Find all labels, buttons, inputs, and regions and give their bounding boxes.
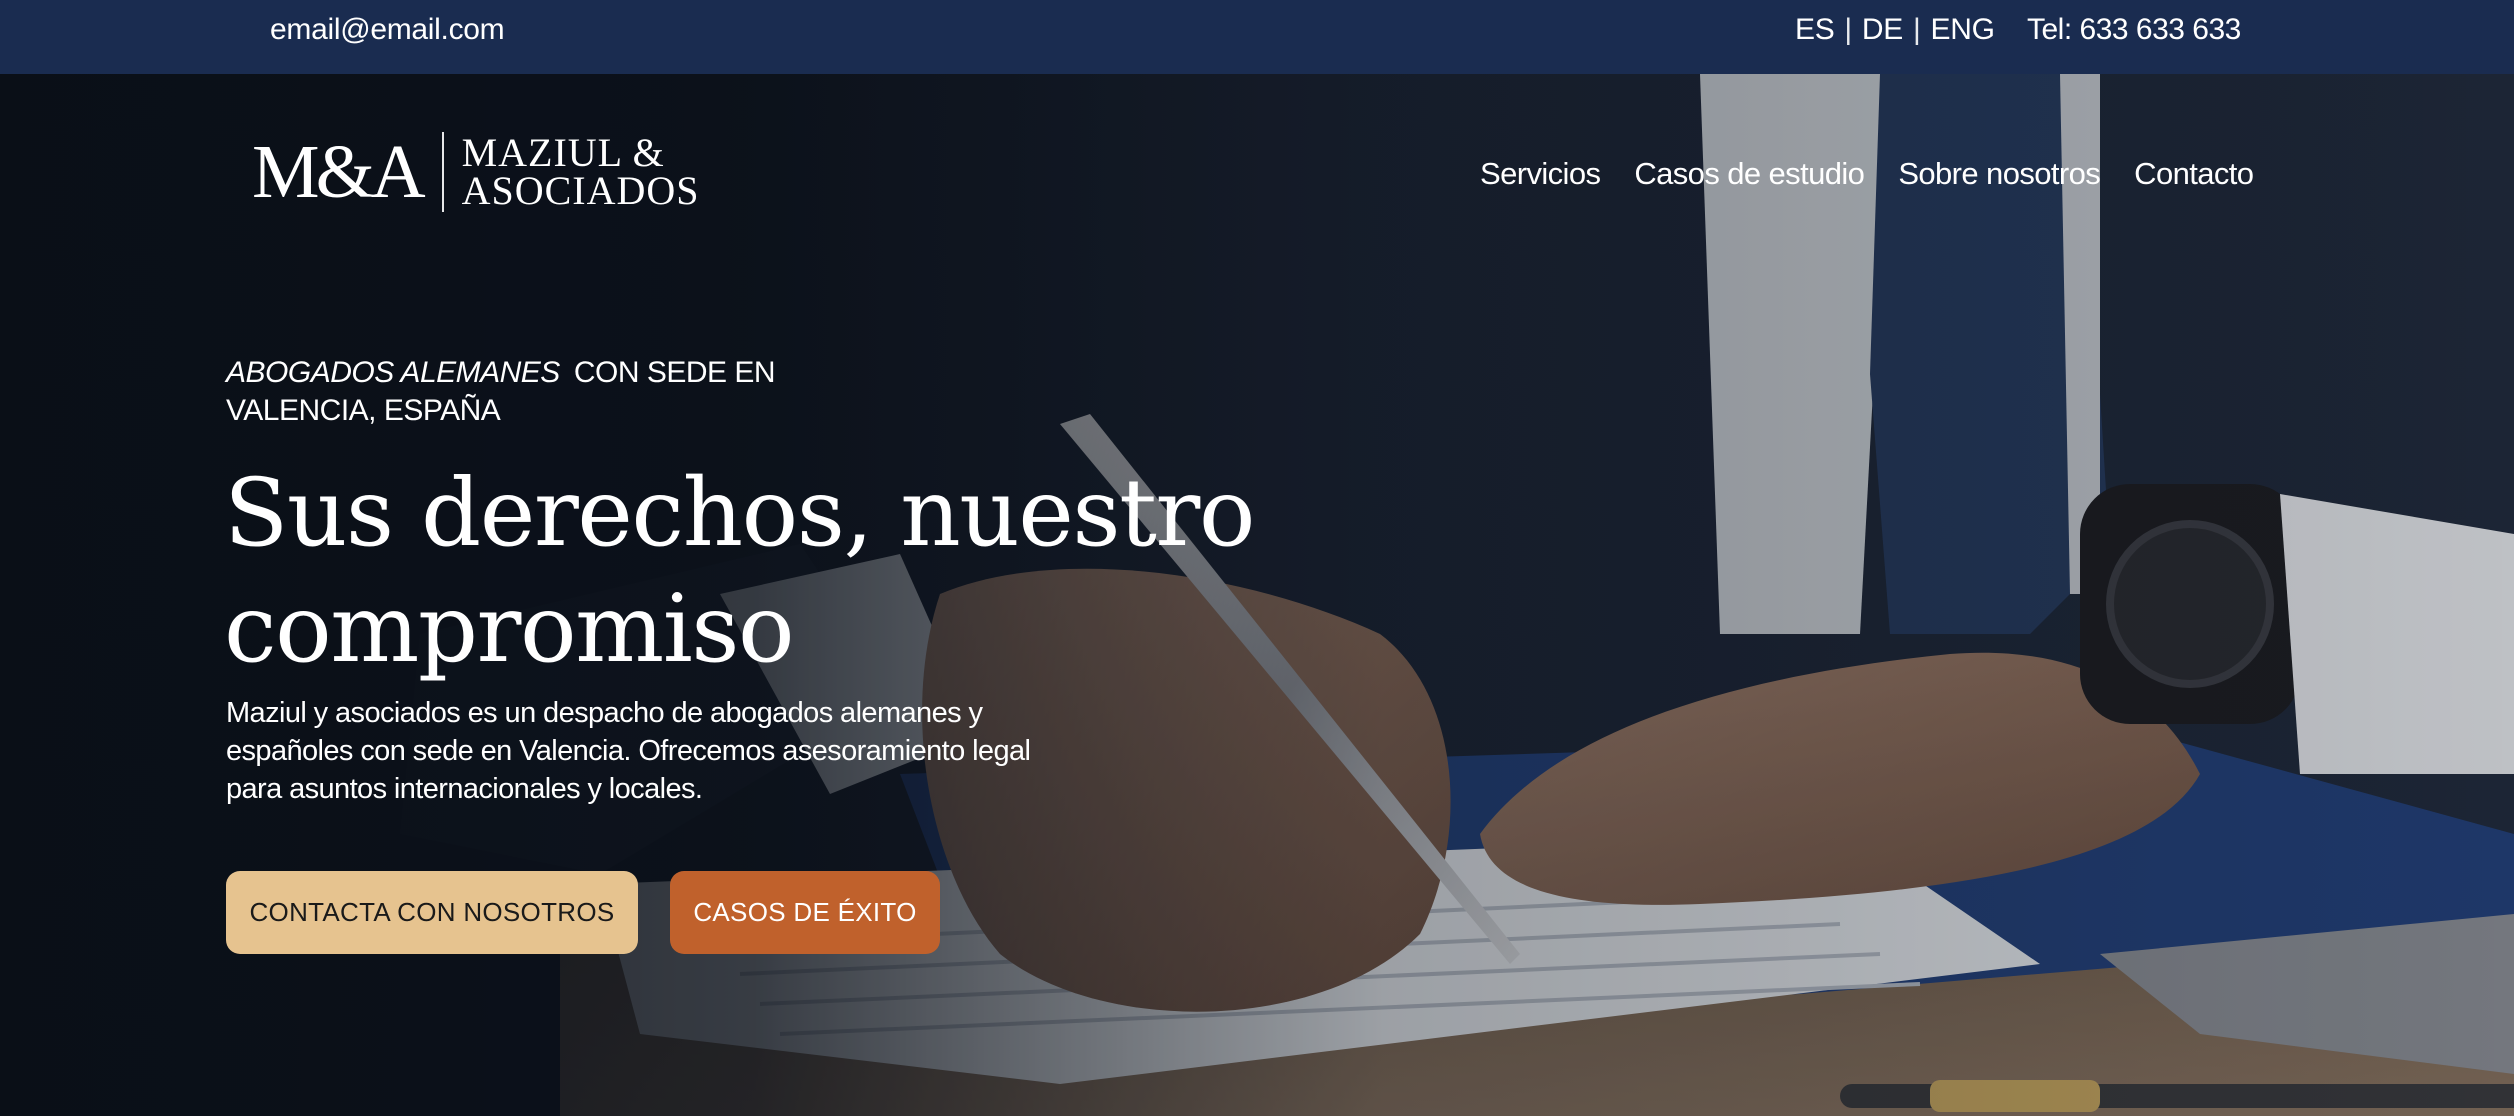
hero-headline: Sus derechos, nuestro compromiso bbox=[224, 459, 1255, 684]
top-contact-bar: email@email.com ES | DE | ENG Tel: 633 6… bbox=[0, 0, 2514, 74]
lang-de[interactable]: DE bbox=[1862, 12, 1903, 48]
email-link[interactable]: email@email.com bbox=[270, 12, 505, 48]
landing-page: email@email.com ES | DE | ENG Tel: 633 6… bbox=[0, 0, 2514, 1116]
language-switcher: ES | DE | ENG bbox=[1795, 12, 1995, 48]
lang-separator: | bbox=[1913, 13, 1921, 46]
lang-es[interactable]: ES bbox=[1795, 12, 1835, 48]
logo-wordmark: MAZIUL & ASOCIADOS bbox=[461, 133, 700, 213]
lang-eng[interactable]: ENG bbox=[1931, 12, 1995, 48]
logo-name-line2: ASOCIADOS bbox=[461, 168, 700, 213]
nav-servicios[interactable]: Servicios bbox=[1480, 156, 1601, 192]
hero-description: Maziul y asociados es un despacho de abo… bbox=[226, 697, 1031, 805]
contact-us-button[interactable]: CONTACTA CON NOSOTROS bbox=[226, 871, 638, 954]
success-cases-button[interactable]: CASOS DE ÉXITO bbox=[670, 871, 940, 954]
nav-sobre-nosotros[interactable]: Sobre nosotros bbox=[1898, 156, 2100, 192]
logo-divider bbox=[441, 132, 444, 212]
nav-casos-de-estudio[interactable]: Casos de estudio bbox=[1634, 156, 1865, 192]
main-navigation: Servicios Casos de estudio Sobre nosotro… bbox=[1480, 156, 2254, 192]
nav-contacto[interactable]: Contacto bbox=[2134, 156, 2254, 192]
eyebrow-italic: ABOGADOS ALEMANES bbox=[226, 356, 560, 389]
phone-link[interactable]: Tel: 633 633 633 bbox=[2027, 12, 2241, 48]
brand-logo[interactable]: M&A MAZIUL & ASOCIADOS bbox=[252, 130, 700, 214]
hero-eyebrow: ABOGADOS ALEMANES CON SEDE EN VALENCIA, E… bbox=[226, 354, 866, 430]
lang-separator: | bbox=[1844, 13, 1852, 46]
logo-monogram: M&A bbox=[252, 130, 426, 214]
